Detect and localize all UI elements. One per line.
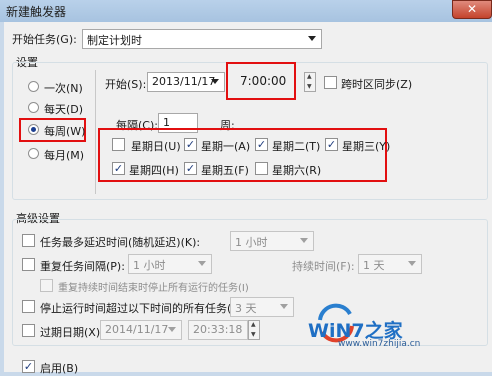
- day-wednesday-label: 星期三(Y): [342, 140, 391, 153]
- chevron-down-icon: [408, 261, 416, 266]
- day-friday[interactable]: ✓ 星期五(F): [184, 162, 254, 177]
- day-tuesday-label: 星期二(T): [272, 140, 321, 153]
- start-date-value: 2013/11/17: [152, 75, 216, 88]
- day-tuesday-checkbox[interactable]: ✓: [255, 138, 268, 151]
- stop-at-end-checkbox[interactable]: [40, 279, 53, 292]
- radio-monthly[interactable]: 每月(M): [28, 147, 98, 162]
- start-label: 开始(S):: [105, 78, 147, 91]
- start-date-picker[interactable]: 2013/11/17: [147, 72, 225, 92]
- stop-at-end-label: 重复持续时间结束时停止所有运行的任务(I): [58, 283, 249, 294]
- delay-checkbox[interactable]: [22, 234, 35, 247]
- radio-monthly-label: 每月(M): [44, 149, 85, 162]
- day-sunday-checkbox[interactable]: [112, 138, 125, 151]
- day-monday[interactable]: ✓ 星期一(A): [184, 138, 254, 153]
- day-saturday-label: 星期六(R): [272, 164, 322, 177]
- radio-weekly-circle[interactable]: [28, 124, 39, 135]
- day-thursday-checkbox[interactable]: ✓: [112, 162, 125, 175]
- expire-time-field[interactable]: 20:33:18: [188, 320, 248, 340]
- chevron-down-icon: [168, 327, 176, 332]
- begin-task-label: 开始任务(G):: [12, 33, 77, 46]
- duration-label: 持续时间(F):: [292, 260, 355, 273]
- sync-timezone-label: 跨时区同步(Z): [341, 78, 413, 91]
- sync-timezone-checkbox[interactable]: [324, 76, 337, 89]
- repeat-value: 1 小时: [133, 259, 166, 272]
- radio-weekly-label: 每周(W): [44, 125, 86, 138]
- begin-task-select[interactable]: 制定计划时: [82, 29, 322, 49]
- radio-monthly-circle[interactable]: [28, 148, 39, 159]
- start-time-spinner[interactable]: [304, 72, 316, 92]
- duration-value: 1 天: [363, 259, 385, 272]
- radio-weekly[interactable]: 每周(W): [28, 123, 88, 138]
- delay-value: 1 小时: [235, 236, 268, 249]
- repeat-select[interactable]: 1 小时: [128, 254, 212, 274]
- day-sunday-label: 星期日(U): [131, 140, 181, 153]
- enabled-checkbox[interactable]: ✓: [22, 360, 35, 373]
- day-tuesday[interactable]: ✓ 星期二(T): [255, 138, 321, 153]
- expire-checkbox[interactable]: [22, 324, 35, 337]
- radio-once[interactable]: 一次(N): [28, 80, 98, 95]
- close-button[interactable]: ✕: [452, 0, 492, 19]
- radio-daily-circle[interactable]: [28, 102, 39, 113]
- begin-task-value: 制定计划时: [87, 34, 142, 47]
- chevron-down-icon: [211, 79, 219, 84]
- day-saturday[interactable]: 星期六(R): [255, 162, 325, 177]
- chevron-down-icon: [198, 261, 206, 266]
- day-friday-checkbox[interactable]: ✓: [184, 162, 197, 175]
- radio-daily[interactable]: 每天(D): [28, 101, 98, 116]
- stop-longer-select[interactable]: 3 天: [230, 297, 294, 317]
- watermark-url: www.win7zhijia.cn: [338, 339, 421, 349]
- stop-longer-checkbox[interactable]: [22, 300, 35, 313]
- expire-date-value: 2014/11/17: [105, 323, 169, 336]
- start-time-field[interactable]: 7:00:00: [240, 74, 286, 88]
- expire-date-picker[interactable]: 2014/11/17: [100, 320, 182, 340]
- day-monday-checkbox[interactable]: ✓: [184, 138, 197, 151]
- title-bar: [0, 0, 492, 22]
- enabled-label: 启用(B): [40, 362, 79, 375]
- day-wednesday-checkbox[interactable]: ✓: [325, 138, 338, 151]
- stop-longer-value: 3 天: [235, 302, 257, 315]
- chevron-down-icon: [308, 36, 316, 41]
- radio-once-label: 一次(N): [44, 82, 83, 95]
- repeat-checkbox[interactable]: [22, 258, 35, 271]
- delay-select[interactable]: 1 小时: [230, 231, 314, 251]
- radio-daily-label: 每天(D): [44, 103, 84, 116]
- day-friday-label: 星期五(F): [201, 164, 249, 177]
- radio-once-circle[interactable]: [28, 81, 39, 92]
- window-title: 新建触发器: [6, 5, 67, 19]
- day-monday-label: 星期一(A): [201, 140, 251, 153]
- stop-longer-label: 停止运行时间超过以下时间的所有任务(L):: [40, 302, 246, 315]
- expire-label: 过期日期(X):: [40, 326, 104, 339]
- delay-label: 任务最多延迟时间(随机延迟)(K):: [40, 236, 201, 249]
- day-wednesday[interactable]: ✓ 星期三(Y): [325, 138, 390, 153]
- chevron-down-icon: [280, 304, 288, 309]
- day-saturday-checkbox[interactable]: [255, 162, 268, 175]
- day-thursday-label: 星期四(H): [129, 164, 179, 177]
- duration-select[interactable]: 1 天: [358, 254, 422, 274]
- repeat-label: 重复任务间隔(P):: [40, 260, 125, 273]
- day-thursday[interactable]: ✓ 星期四(H): [112, 162, 182, 177]
- expire-time-spinner[interactable]: [248, 320, 260, 340]
- settings-separator: [95, 70, 96, 194]
- chevron-down-icon: [300, 238, 308, 243]
